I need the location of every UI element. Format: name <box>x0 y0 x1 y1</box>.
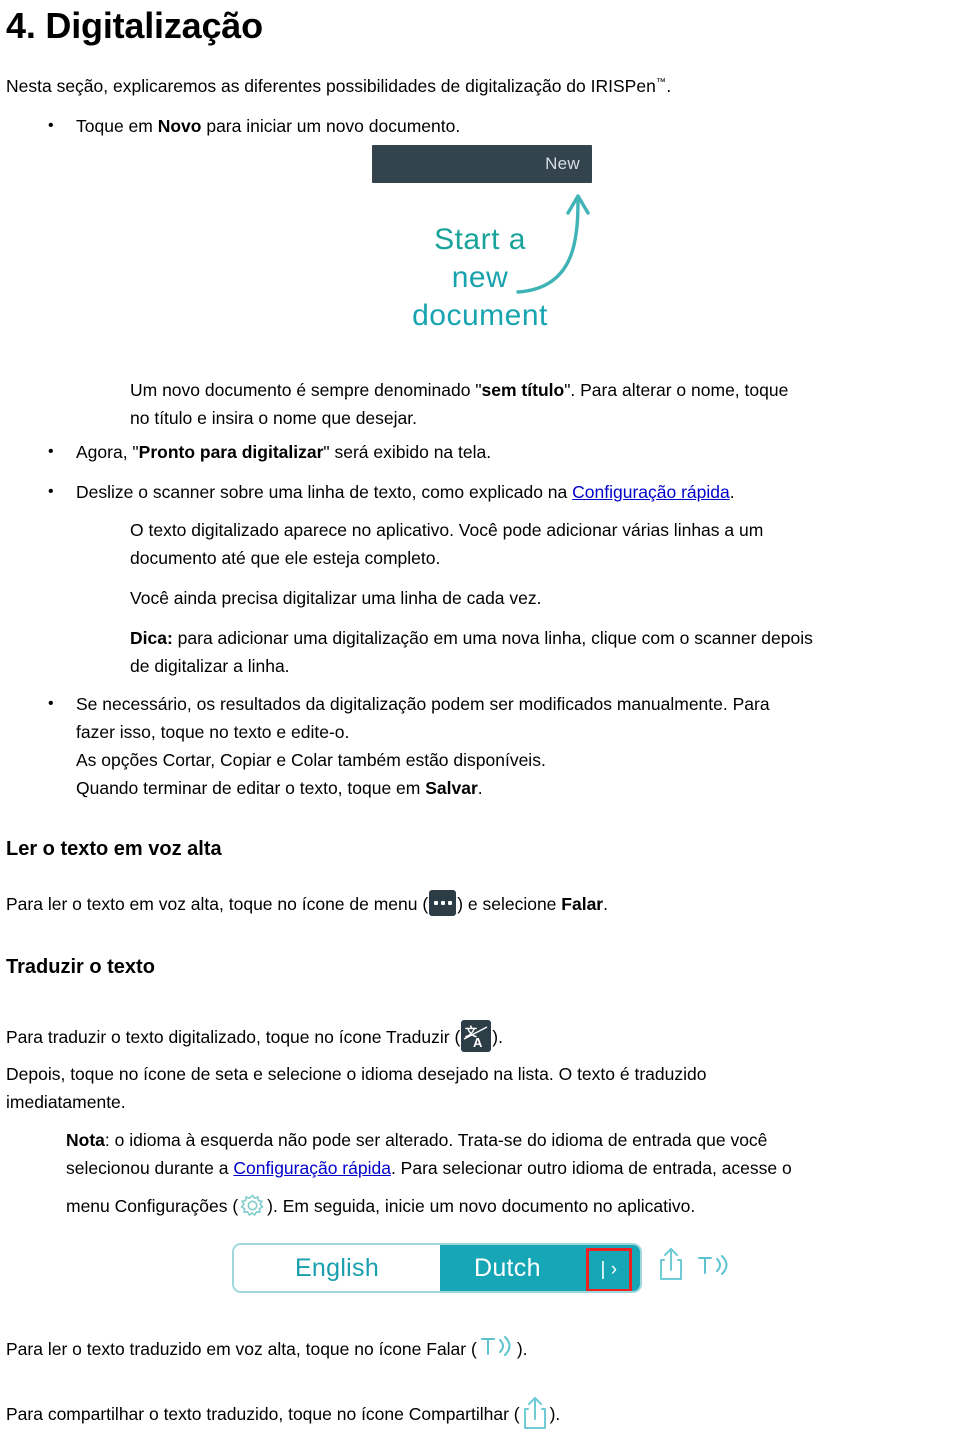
note-label: Nota <box>66 1130 105 1150</box>
b5-line4-bold: Salvar <box>425 778 478 798</box>
list-item-text: Agora, "Pronto para digitalizar" será ex… <box>76 438 742 466</box>
b5-line3: As opções Cortar, Copiar e Colar também … <box>76 750 546 770</box>
speak-icon[interactable] <box>696 1252 732 1278</box>
footer-share-after: ). <box>549 1404 561 1424</box>
intro-text-end: . <box>666 75 672 96</box>
translate-icon[interactable]: 文A <box>461 1020 492 1052</box>
bullet-marker: • <box>48 117 54 134</box>
translate-line2a: Depois, toque no ícone de seta e selecio… <box>6 1064 707 1084</box>
figure-language-bar: English Dutch | › <box>232 1243 744 1299</box>
curved-arrow-icon <box>516 194 590 294</box>
b5-line4-after: . <box>477 778 483 798</box>
divider-glyph: | <box>600 1259 606 1280</box>
translate-after: ). <box>492 1027 503 1047</box>
list-item: • Agora, "Pronto para digitalizar" será … <box>42 438 742 466</box>
trademark-symbol: ™ <box>655 77 667 88</box>
tip-label: Dica: <box>130 628 173 648</box>
caption-line-3: document <box>412 299 548 332</box>
paragraph-translate-icon: Para traduzir o texto digitalizado, toqu… <box>6 1020 906 1052</box>
b5-line4-before: Quando terminar de editar o texto, toque… <box>76 778 426 798</box>
page-title: 4. Digitalização <box>6 5 263 46</box>
read-aloud-end: . <box>603 894 608 914</box>
note-line2-before: selecionou durante a <box>66 1158 234 1178</box>
p1-line1: O texto digitalizado aparece no aplicati… <box>130 520 764 540</box>
list-item-text: Deslize o scanner sobre uma linha de tex… <box>76 478 922 506</box>
b3-before: Agora, " <box>76 442 139 462</box>
list-item: • Deslize o scanner sobre uma linha de t… <box>42 478 922 506</box>
footer-speak-after: ). <box>516 1339 528 1359</box>
target-language: Dutch <box>474 1253 541 1282</box>
share-icon[interactable] <box>658 1247 684 1281</box>
b2-bold: sem título <box>481 380 565 400</box>
chevron-right-icon: › <box>610 1259 618 1280</box>
b4-before: Deslize o scanner sobre uma linha de tex… <box>76 482 573 502</box>
target-language-wrapper[interactable]: Dutch | › <box>440 1245 640 1291</box>
b2-after: ". Para alterar o nome, toque <box>564 380 789 400</box>
paragraph-read-aloud: Para ler o texto em voz alta, toque no í… <box>6 890 906 918</box>
note-line1: : o idioma à esquerda não pode ser alter… <box>104 1130 768 1150</box>
note-line2-after: . Para selecionar outro idioma de entrad… <box>390 1158 792 1178</box>
section-heading-read-aloud: Ler o texto em voz alta <box>6 838 222 860</box>
paragraph-settings-menu: menu Configurações ( ). Em seguida, inici… <box>66 1192 956 1220</box>
intro-paragraph: Nesta seção, explicaremos as diferentes … <box>6 70 671 99</box>
b2-before: Um novo documento é sempre denominado " <box>130 380 482 400</box>
bullet-marker: • <box>48 695 54 712</box>
settings-before: menu Configurações ( <box>66 1196 239 1216</box>
p2-text: Você ainda precisa digitalizar uma linha… <box>130 588 542 608</box>
link-configuracao-rapida-2[interactable]: Configuração rápida <box>233 1158 391 1178</box>
read-aloud-after: ) e selecione <box>457 894 562 914</box>
paragraph-untitled-doc: Um novo documento é sempre denominado "s… <box>130 376 945 432</box>
link-configuracao-rapida[interactable]: Configuração rápida <box>572 482 730 502</box>
intro-text: Nesta seção, explicaremos as diferentes … <box>6 75 656 96</box>
tip-line1: para adicionar uma digitalização em uma … <box>172 628 813 648</box>
bullet-marker: • <box>48 443 54 460</box>
b3-bold: Pronto para digitalizar <box>138 442 324 462</box>
footer-speak-before: Para ler o texto traduzido em voz alta, … <box>6 1339 477 1359</box>
translate-before: Para traduzir o texto digitalizado, toqu… <box>6 1027 461 1047</box>
paragraph-note: Nota: o idioma à esquerda não pode ser a… <box>66 1126 956 1182</box>
language-selector[interactable]: English Dutch | › <box>232 1243 642 1293</box>
read-aloud-before: Para ler o texto em voz alta, toque no í… <box>6 894 429 914</box>
language-arrow-button[interactable]: | › <box>586 1248 632 1291</box>
section-heading-translate: Traduzir o texto <box>6 956 155 978</box>
b5-line2: fazer isso, toque no texto e edite-o. <box>76 722 350 742</box>
new-button-label[interactable]: New <box>545 154 580 174</box>
figure-new-document: New Start a new document <box>372 145 592 357</box>
settings-after: ). Em seguida, inicie um novo documento … <box>267 1196 696 1216</box>
paragraph-speak-translated: Para ler o texto traduzido em voz alta, … <box>6 1333 906 1363</box>
menu-icon[interactable] <box>429 890 457 916</box>
bullet-marker: • <box>48 483 54 500</box>
gear-icon[interactable] <box>239 1192 266 1219</box>
b3-after: " será exibido na tela. <box>323 442 492 462</box>
list-item-text: Se necessário, os resultados da digitali… <box>76 690 942 802</box>
list-item: • Se necessário, os resultados da digita… <box>42 690 942 802</box>
read-aloud-bold: Falar <box>561 894 604 914</box>
tip-line2: de digitalizar a linha. <box>130 656 290 676</box>
paragraph-one-line-at-a-time: Você ainda precisa digitalizar uma linha… <box>130 584 950 612</box>
svg-text:A: A <box>473 1035 483 1050</box>
paragraph-scanned-text: O texto digitalizado aparece no aplicati… <box>130 516 950 572</box>
p1-line2: documento até que ele esteja completo. <box>130 548 441 568</box>
b1-before: Toque em <box>76 116 158 136</box>
document-page: 4. Digitalização Nesta seção, explicarem… <box>0 0 960 1429</box>
footer-share-before: Para compartilhar o texto traduzido, toq… <box>6 1404 520 1424</box>
list-item-text: Toque em Novo para iniciar um novo docum… <box>76 112 662 140</box>
share-icon[interactable] <box>522 1396 548 1430</box>
speak-icon[interactable] <box>479 1333 515 1359</box>
paragraph-tip: Dica: para adicionar uma digitalização e… <box>130 624 958 680</box>
source-language[interactable]: English <box>234 1245 440 1291</box>
b4-after: . <box>729 482 735 502</box>
b1-bold: Novo <box>157 116 202 136</box>
list-item: • Toque em Novo para iniciar um novo doc… <box>42 112 662 140</box>
paragraph-share-translated: Para compartilhar o texto traduzido, toq… <box>6 1396 906 1430</box>
b2-line2: no título e insira o nome que desejar. <box>130 408 417 428</box>
b5-line1: Se necessário, os resultados da digitali… <box>76 694 770 714</box>
translate-line2b: imediatamente. <box>6 1092 126 1112</box>
b1-after: para iniciar um novo documento. <box>201 116 461 136</box>
paragraph-arrow-language: Depois, toque no ícone de seta e selecio… <box>6 1060 906 1116</box>
